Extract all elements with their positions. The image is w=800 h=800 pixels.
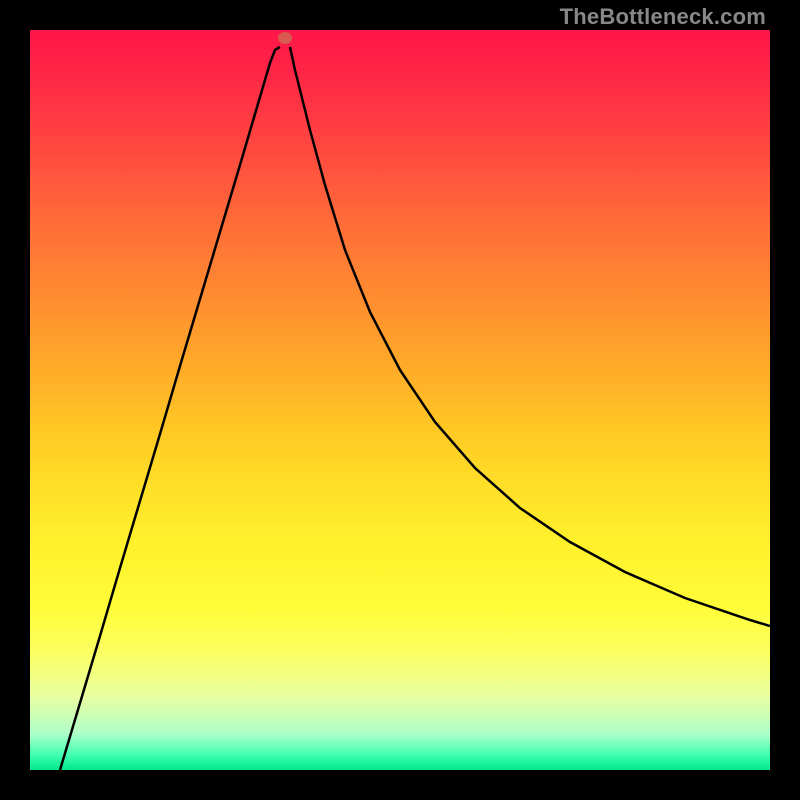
minimum-marker <box>278 32 292 44</box>
chart-container: TheBottleneck.com <box>0 0 800 800</box>
plot-area <box>30 30 770 770</box>
curve-right-branch <box>290 47 770 626</box>
attribution-text: TheBottleneck.com <box>560 4 766 30</box>
curve-svg <box>30 30 770 770</box>
curve-left-branch <box>60 47 280 770</box>
